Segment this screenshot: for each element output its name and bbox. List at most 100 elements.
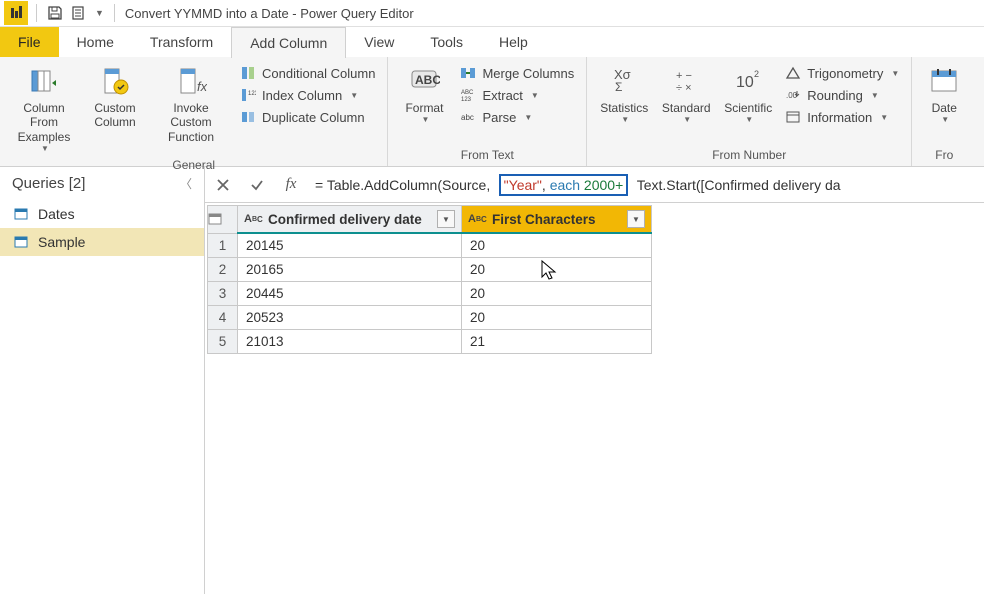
conditional-column-button[interactable]: Conditional Column (236, 63, 379, 83)
row-number[interactable]: 1 (208, 233, 238, 258)
tab-transform[interactable]: Transform (132, 27, 231, 57)
accept-formula-button[interactable] (247, 175, 267, 195)
collapse-queries-icon[interactable]: 〈 (180, 175, 192, 192)
formula-hl-str: "Year" (504, 177, 542, 193)
queries-header-label: Queries [2] (12, 175, 85, 192)
rounding-label: Rounding (807, 88, 863, 103)
ribbon-group-from-text-label: From Text (396, 148, 578, 164)
trigonometry-button[interactable]: Trigonometry ▼ (781, 63, 903, 83)
custom-column-button[interactable]: Custom Column (84, 61, 146, 134)
statistics-button[interactable]: ΧσΣ Statistics ▼ (595, 61, 653, 129)
cell[interactable]: 20523 (238, 306, 462, 330)
extract-button[interactable]: ABC123 Extract ▼ (456, 85, 578, 105)
table-row[interactable]: 3 20445 20 (208, 282, 652, 306)
window-title: Convert YYMMD into a Date - Power Query … (125, 6, 414, 21)
index-column-button[interactable]: 123 Index Column ▼ (236, 85, 379, 105)
tab-view[interactable]: View (346, 27, 412, 57)
formula-hl-num: 2000+ (580, 177, 623, 193)
cell[interactable]: 20445 (238, 282, 462, 306)
standard-icon: + −÷ × (670, 65, 702, 97)
ribbon-group-date: Date ▼ Fro (912, 57, 976, 166)
svg-text:+ −: + − (676, 70, 692, 82)
format-button[interactable]: ABC Format ▼ (396, 61, 452, 129)
svg-text:ABC: ABC (461, 90, 474, 96)
ribbon-group-general: Column From Examples ▼ Custom Column fx … (0, 57, 388, 166)
ribbon-tabs: File Home Transform Add Column View Tool… (0, 27, 984, 57)
cell[interactable]: 21 (462, 330, 652, 354)
scientific-label: Scientific (724, 101, 772, 115)
date-label: Date (932, 101, 957, 115)
qat-dropdown-icon[interactable]: ▼ (95, 8, 104, 18)
formula-hl-comma: , (542, 177, 550, 193)
cancel-formula-button[interactable] (213, 175, 233, 195)
duplicate-column-label: Duplicate Column (262, 110, 365, 125)
text-type-icon[interactable]: ABC (468, 213, 486, 225)
tab-tools[interactable]: Tools (412, 27, 481, 57)
ribbon-group-from-number-label: From Number (595, 148, 903, 164)
table-icon (14, 207, 28, 221)
tab-file[interactable]: File (0, 27, 59, 57)
formula-input[interactable]: = Table.AddColumn(Source, "Year", each 2… (315, 174, 976, 196)
scientific-button[interactable]: 102 Scientific ▼ (719, 61, 777, 129)
merge-columns-button[interactable]: Merge Columns (456, 63, 578, 83)
invoke-custom-function-icon: fx (175, 65, 207, 97)
table-corner-button[interactable] (208, 206, 238, 234)
information-button[interactable]: Information ▼ (781, 107, 903, 127)
table-row[interactable]: 2 20165 20 (208, 258, 652, 282)
fx-icon[interactable]: fx (281, 175, 301, 195)
cell[interactable]: 20 (462, 258, 652, 282)
quick-access-toolbar: ▼ (41, 5, 110, 21)
cell[interactable]: 21013 (238, 330, 462, 354)
cell[interactable]: 20 (462, 306, 652, 330)
tab-help[interactable]: Help (481, 27, 546, 57)
formula-hl-kw: each (550, 177, 580, 193)
title-bar: ▼ Convert YYMMD into a Date - Power Quer… (0, 0, 984, 27)
duplicate-column-button[interactable]: Duplicate Column (236, 107, 379, 127)
column-filter-button[interactable]: ▼ (437, 210, 455, 228)
row-number[interactable]: 3 (208, 282, 238, 306)
cell[interactable]: 20145 (238, 233, 462, 258)
column-header-first-characters[interactable]: ABC First Characters ▼ (462, 206, 652, 234)
rounding-button[interactable]: .00 Rounding ▼ (781, 85, 903, 105)
row-number[interactable]: 2 (208, 258, 238, 282)
data-grid: ABC Confirmed delivery date ▼ ABC First … (207, 205, 652, 354)
cell[interactable]: 20 (462, 282, 652, 306)
query-item-sample[interactable]: Sample (0, 228, 204, 256)
custom-column-icon (99, 65, 131, 97)
statistics-icon: ΧσΣ (608, 65, 640, 97)
format-icon: ABC (408, 65, 440, 97)
row-number[interactable]: 4 (208, 306, 238, 330)
cell[interactable]: 20165 (238, 258, 462, 282)
tab-home[interactable]: Home (59, 27, 132, 57)
column-header-2-label: First Characters (492, 212, 596, 227)
table-row[interactable]: 5 21013 21 (208, 330, 652, 354)
text-type-icon[interactable]: ABC (244, 213, 262, 225)
save-icon[interactable] (47, 5, 63, 21)
column-filter-button[interactable]: ▼ (627, 210, 645, 228)
row-number[interactable]: 5 (208, 330, 238, 354)
tab-add-column[interactable]: Add Column (231, 27, 346, 58)
ribbon-group-general-label: General (8, 158, 379, 174)
statistics-label: Statistics (600, 101, 648, 115)
standard-button[interactable]: + −÷ × Standard ▼ (657, 61, 715, 129)
table-row[interactable]: 4 20523 20 (208, 306, 652, 330)
format-label: Format (405, 101, 443, 115)
index-column-label: Index Column (262, 88, 342, 103)
invoke-custom-function-label: Invoke Custom Function (152, 101, 230, 144)
merge-columns-icon (460, 65, 476, 81)
undo-icon[interactable] (71, 5, 87, 21)
standard-label: Standard (662, 101, 711, 115)
column-header-confirmed-delivery-date[interactable]: ABC Confirmed delivery date ▼ (238, 206, 462, 234)
trigonometry-icon (785, 65, 801, 81)
table-row[interactable]: 1 20145 20 (208, 233, 652, 258)
parse-button[interactable]: abc Parse ▼ (456, 107, 578, 127)
cell[interactable]: 20 (462, 233, 652, 258)
column-from-examples-button[interactable]: Column From Examples ▼ (8, 61, 80, 158)
date-button[interactable]: Date ▼ (920, 61, 968, 129)
invoke-custom-function-button[interactable]: fx Invoke Custom Function (150, 61, 232, 148)
query-item-dates[interactable]: Dates (0, 200, 204, 228)
merge-columns-label: Merge Columns (482, 66, 574, 81)
index-column-icon: 123 (240, 87, 256, 103)
trigonometry-label: Trigonometry (807, 66, 883, 81)
date-icon (928, 65, 960, 97)
